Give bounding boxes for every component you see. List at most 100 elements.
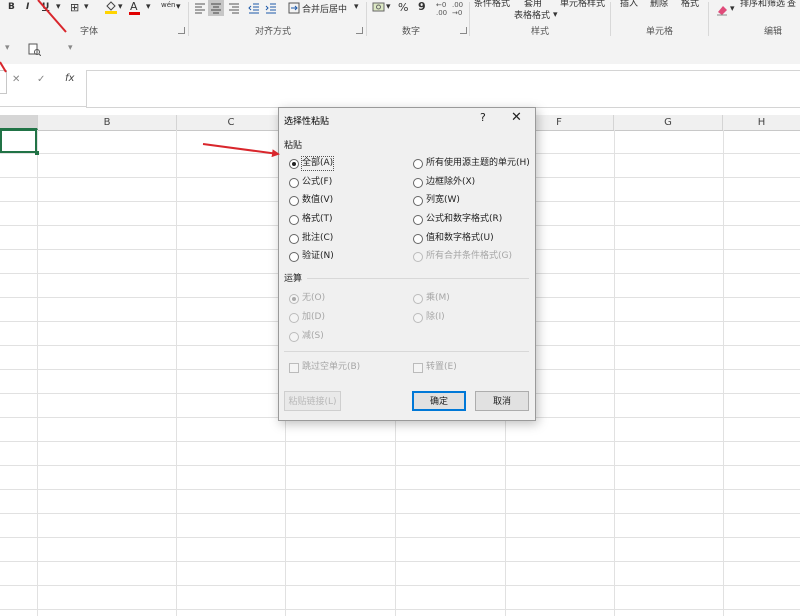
group-divider [366,2,367,36]
grid-line [37,130,38,616]
checkbox-icon [289,363,299,373]
cancel-formula-icon[interactable]: ✕ [12,74,20,85]
increase-decimal-icon[interactable]: ←0.00 [436,1,447,17]
chevron-down-icon[interactable]: ▾ [56,2,61,16]
option-label: 乘(M) [426,293,450,303]
option-label: 数值(V) [302,195,334,205]
chevron-down-icon[interactable]: ▾ [386,2,391,16]
column-header-b[interactable]: B [38,115,177,130]
option-label: 值和数字格式(U) [426,233,494,243]
column-header-c[interactable]: C [177,115,286,130]
sort-filter-button[interactable]: 排序和筛选 [740,0,785,10]
insert-function-icon[interactable]: fx [65,73,74,84]
conditional-format-button[interactable]: 条件格式 [474,0,510,10]
chevron-down-icon[interactable]: ▾ [146,2,151,16]
underline-button[interactable]: U [42,2,49,16]
chevron-down-icon[interactable]: ▾ [68,43,73,53]
help-button[interactable]: ? [480,111,486,124]
chevron-down-icon[interactable]: ▾ [5,43,10,53]
chevron-down-icon[interactable]: ▾ [176,2,181,16]
option-label: 加(D) [302,312,325,322]
decrease-indent-icon[interactable] [248,2,260,16]
radio-icon [289,215,299,225]
find-select-button[interactable]: 查 [787,0,796,10]
grid-line [0,537,800,538]
font-dialog-launcher-icon[interactable] [178,27,185,34]
name-box[interactable] [0,70,7,94]
merge-center-button[interactable]: 合并后居中 [302,2,347,16]
grid-line [614,130,615,616]
table-format-button[interactable]: 表格格式 [514,8,550,22]
radio-icon [413,252,423,262]
radio-icon [289,313,299,323]
chevron-down-icon[interactable]: ▾ [730,4,735,18]
print-preview-icon[interactable] [28,43,42,59]
percent-button[interactable]: % [398,1,408,15]
eraser-icon[interactable] [716,4,728,18]
fill-handle[interactable] [35,151,39,155]
fill-color-icon[interactable] [104,0,118,14]
radio-icon [413,313,423,323]
cancel-button[interactable]: 取消 [475,391,529,411]
option-label: 列宽(W) [426,195,460,205]
number-group-label: 数字 [402,27,421,37]
comma-style-button[interactable]: 9 [418,0,426,14]
paste-link-button[interactable]: 粘贴链接(L) [284,391,341,411]
ribbon: B I U ▾ ⊞ ▾ ▾ A ▾ wén ▾ 字体 合并后居中 ▾ 对齐方式 … [0,0,800,39]
radio-selected-icon [289,294,299,304]
column-header-g[interactable]: G [614,115,723,130]
bold-button[interactable]: B [8,2,15,16]
insert-button[interactable]: 插入 [620,0,638,10]
formula-input[interactable] [86,70,800,108]
grid-line [176,130,177,616]
chevron-down-icon[interactable]: ▾ [354,2,359,16]
paste-special-dialog: 选择性粘贴 ? ✕ 粘贴 全部(A) 公式(F) 数值(V) 格式(T) 批注(… [278,107,536,421]
radio-icon [289,178,299,188]
font-color-bar [129,12,140,15]
dialog-title: 选择性粘贴 [284,117,330,127]
ok-button[interactable]: 确定 [412,391,466,411]
option-label: 无(O) [302,293,326,303]
merge-center-icon[interactable] [288,2,300,16]
italic-button[interactable]: I [26,2,29,16]
paste-section-label: 粘贴 [284,141,303,151]
delete-button[interactable]: 删除 [650,0,668,10]
decrease-decimal-icon[interactable]: .00 →0 [452,1,463,17]
option-label: 除(I) [426,312,445,322]
grid-line [0,561,800,562]
grid-line [0,513,800,514]
font-group-label: 字体 [80,27,99,37]
grid-line [0,465,800,466]
number-dialog-launcher-icon[interactable] [460,27,467,34]
group-divider [708,2,709,36]
cell-style-button[interactable]: 单元格样式 [560,0,605,10]
column-header-h[interactable]: H [723,115,800,130]
grid-line [0,489,800,490]
chevron-down-icon[interactable]: ▾ [118,2,123,16]
increase-indent-icon[interactable] [265,2,277,16]
column-header-a[interactable] [0,115,38,130]
option-label: 公式和数字格式(R) [426,214,503,224]
radio-icon [413,234,423,244]
align-right-icon[interactable] [228,2,240,16]
operation-section-label: 运算 [284,274,303,284]
option-label: 公式(F) [302,177,333,187]
format-button[interactable]: 格式 [681,0,699,10]
phonetic-button[interactable]: wén [161,1,175,15]
section-divider [284,351,529,352]
chevron-down-icon[interactable]: ▾ [553,10,558,24]
align-left-icon[interactable] [194,2,206,16]
enter-formula-icon[interactable]: ✓ [37,74,45,85]
align-center-icon[interactable] [208,0,224,16]
active-cell[interactable] [0,129,37,153]
close-button[interactable]: ✕ [511,110,522,125]
alignment-dialog-launcher-icon[interactable] [356,27,363,34]
chevron-down-icon[interactable]: ▾ [84,2,89,16]
radio-icon [413,294,423,304]
font-color-button[interactable]: A [129,0,140,15]
group-divider [469,2,470,36]
radio-icon [289,234,299,244]
border-icon[interactable]: ⊞ [70,1,79,15]
currency-icon[interactable] [372,1,386,15]
section-divider [307,278,529,279]
